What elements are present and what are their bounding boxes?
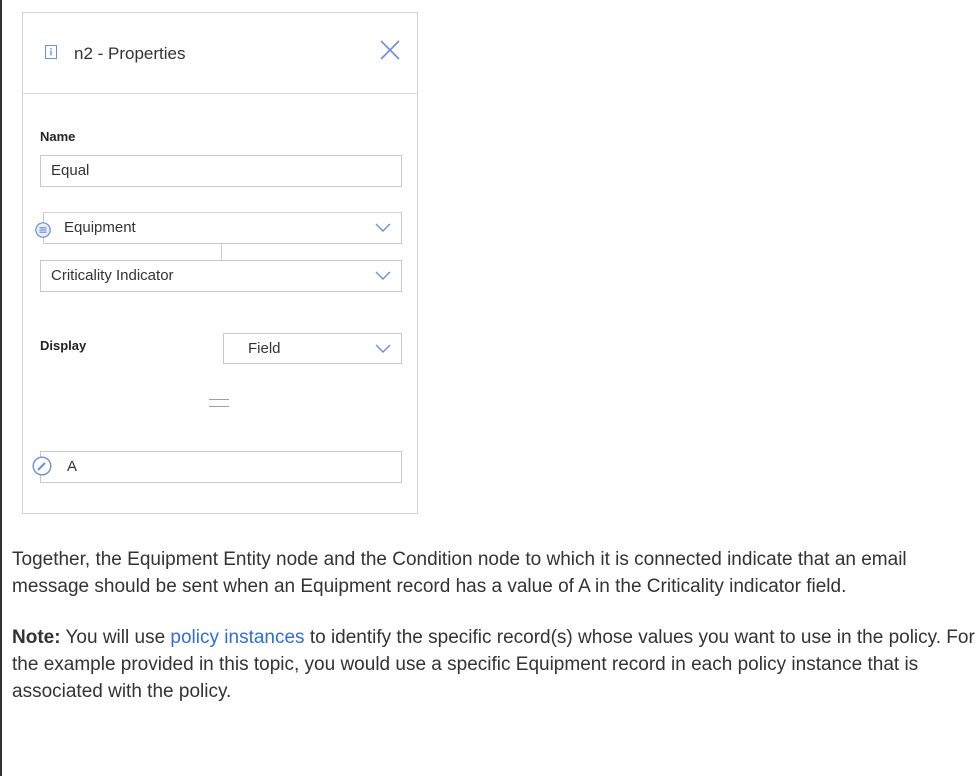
chevron-down-icon xyxy=(375,223,391,232)
display-label: Display xyxy=(40,338,87,353)
entity-dropdown-value: Equipment xyxy=(64,219,136,236)
panel-header: n2 - Properties xyxy=(23,13,417,94)
close-icon[interactable] xyxy=(377,37,403,63)
entity-dropdown[interactable]: Equipment xyxy=(43,212,402,244)
left-border-rule xyxy=(0,0,2,776)
chevron-down-icon xyxy=(375,344,391,353)
display-dropdown-value: Field xyxy=(248,340,281,357)
chevron-down-icon xyxy=(375,271,391,280)
connector-line xyxy=(221,243,222,261)
name-input[interactable]: Equal xyxy=(40,155,402,187)
pencil-icon xyxy=(32,456,52,476)
panel-title: n2 - Properties xyxy=(74,44,186,63)
value-input[interactable]: A xyxy=(40,451,402,483)
description-paragraph: Together, the Equipment Entity node and … xyxy=(12,549,907,597)
info-document-icon xyxy=(45,45,57,59)
field-dropdown[interactable]: Criticality Indicator xyxy=(40,260,402,292)
value-input-text: A xyxy=(67,458,78,475)
properties-panel: n2 - Properties Name Equal Equipment Cri… xyxy=(22,12,418,514)
note-label: Note: xyxy=(12,627,61,648)
field-dropdown-value: Criticality Indicator xyxy=(51,267,174,284)
note-text-before: You will use xyxy=(60,627,171,648)
equals-operator xyxy=(209,398,229,408)
policy-instances-link[interactable]: policy instances xyxy=(170,627,304,648)
display-dropdown[interactable]: Field xyxy=(223,333,402,364)
note-paragraph: Note: You will use policy instances to i… xyxy=(12,624,978,705)
name-label: Name xyxy=(40,129,76,144)
list-icon xyxy=(35,222,51,238)
